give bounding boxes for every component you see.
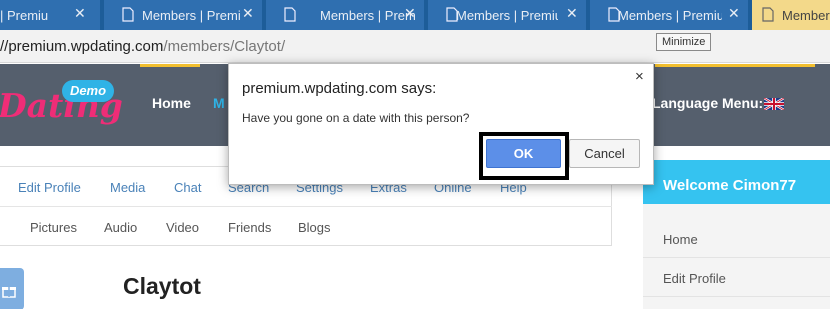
gift-icon: [2, 287, 16, 298]
browser-tab-active[interactable]: Members: [752, 0, 830, 30]
header-accent-bar: [655, 64, 815, 67]
language-label: Language Menu:: [652, 95, 764, 111]
sub-nav-pictures[interactable]: Pictures: [30, 220, 77, 235]
profile-nav-media[interactable]: Media: [110, 180, 145, 195]
tab-title: Members: [782, 8, 830, 23]
confirm-dialog: premium.wpdating.com says: × Have you go…: [228, 63, 654, 185]
url-text[interactable]: //premium.wpdating.com/members/Claytot/: [0, 38, 285, 55]
page-icon: [122, 7, 134, 22]
profile-name: Claytot: [123, 273, 201, 299]
close-icon[interactable]: ×: [635, 68, 644, 85]
page-icon: [762, 7, 774, 22]
browser-tab[interactable]: Members | Premiu ✕: [428, 0, 586, 30]
tab-close-icon[interactable]: ✕: [242, 5, 254, 22]
profile-nav-chat[interactable]: Chat: [174, 180, 201, 195]
tab-close-icon[interactable]: ✕: [404, 5, 416, 22]
sidebar-welcome: Welcome Cimon77: [643, 160, 830, 204]
page-icon: [284, 7, 296, 22]
browser-tab-strip: | Premiu ✕ Members | Premiu ✕ Members | …: [0, 0, 830, 30]
header-accent-bar: [140, 64, 200, 67]
nav-divider: [0, 206, 612, 207]
sidebar-item-home[interactable]: Home: [643, 220, 830, 258]
nav-members-link[interactable]: M: [213, 95, 225, 111]
browser-tab[interactable]: | Premiu ✕: [0, 0, 100, 30]
dialog-title: premium.wpdating.com says:: [242, 80, 437, 97]
sidebar-item-edit-profile[interactable]: Edit Profile: [643, 259, 830, 297]
sub-nav-video[interactable]: Video: [166, 220, 199, 235]
nav-home-link[interactable]: Home: [152, 95, 191, 111]
demo-badge: Demo: [62, 80, 114, 102]
sub-nav-blogs[interactable]: Blogs: [298, 220, 331, 235]
url-host: //premium.wpdating.com: [0, 38, 164, 55]
gift-button[interactable]: [0, 268, 24, 309]
browser-tab[interactable]: Members | Premiu ✕: [266, 0, 424, 30]
profile-nav-edit-profile[interactable]: Edit Profile: [18, 180, 81, 195]
minimize-tooltip: Minimize: [656, 33, 712, 51]
tab-title: | Premiu: [0, 8, 49, 23]
tab-close-icon[interactable]: ✕: [74, 5, 86, 22]
tab-title: Members | Premiu: [456, 8, 558, 23]
sub-nav-audio[interactable]: Audio: [104, 220, 137, 235]
language-menu[interactable]: Language Menu:: [652, 95, 785, 111]
uk-flag-icon[interactable]: [764, 98, 785, 110]
cancel-button[interactable]: Cancel: [569, 139, 640, 168]
dialog-message: Have you gone on a date with this person…: [242, 111, 470, 125]
tab-close-icon[interactable]: ✕: [728, 5, 740, 22]
url-path: /members/Claytot/: [163, 38, 286, 55]
tab-title: Members | Premiu: [320, 8, 416, 23]
browser-tab[interactable]: Members | Premiu ✕: [104, 0, 262, 30]
sub-nav-friends[interactable]: Friends: [228, 220, 271, 235]
tab-close-icon[interactable]: ✕: [566, 5, 578, 22]
browser-tab[interactable]: Members | Premiu ✕: [590, 0, 748, 30]
tab-title: Members | Premiu: [618, 8, 722, 23]
ok-button[interactable]: OK: [486, 139, 561, 168]
tab-title: Members | Premiu: [142, 8, 240, 23]
